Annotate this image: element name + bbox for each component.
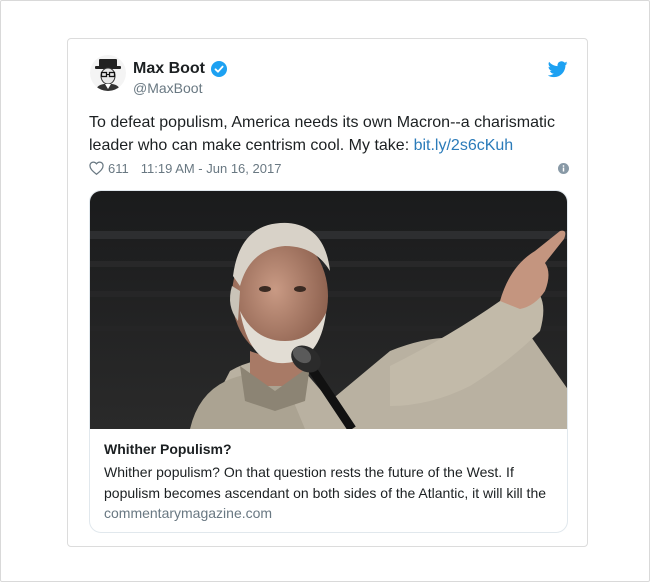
card-domain[interactable]: commentarymagazine.com <box>104 505 272 521</box>
author-name-row[interactable]: Max Boot <box>133 60 227 78</box>
tweet-meta: 611 11:19 AM - Jun 16, 2017 <box>89 159 569 177</box>
author-name[interactable]: Max Boot <box>133 60 205 78</box>
author-handle[interactable]: @MaxBoot <box>133 80 202 96</box>
embed-frame: Max Boot @MaxBoot To defeat populism, Am… <box>0 0 650 582</box>
tweet-card[interactable]: Max Boot @MaxBoot To defeat populism, Am… <box>67 38 588 547</box>
card-image[interactable] <box>90 191 567 429</box>
like-count[interactable]: 611 <box>108 161 129 176</box>
verified-badge-icon <box>211 61 227 77</box>
info-icon[interactable] <box>558 162 569 174</box>
link-preview-card[interactable]: Whither Populism? Whither populism? On t… <box>89 190 568 533</box>
tweet-text: To defeat populism, America needs its ow… <box>89 111 569 157</box>
card-description: Whither populism? On that question rests… <box>104 464 547 501</box>
card-title[interactable]: Whither Populism? <box>104 441 232 457</box>
tweet-link[interactable]: bit.ly/2s6cKuh <box>414 137 514 154</box>
heart-icon[interactable] <box>89 161 104 176</box>
twitter-bird-icon[interactable] <box>547 61 568 78</box>
avatar[interactable] <box>90 55 126 91</box>
timestamp[interactable]: 11:19 AM - Jun 16, 2017 <box>141 161 282 176</box>
